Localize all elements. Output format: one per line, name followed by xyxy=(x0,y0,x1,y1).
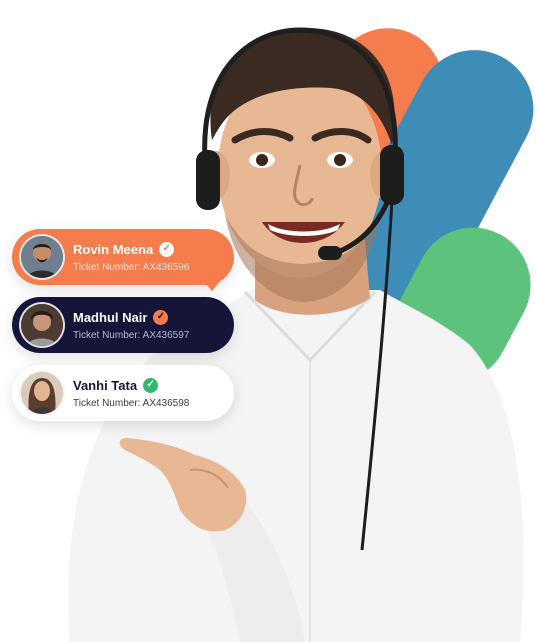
avatar xyxy=(19,370,65,416)
ticket-number: Ticket Number: AX436597 xyxy=(73,329,190,341)
person-avatar-icon xyxy=(21,304,63,346)
customer-name: Madhul Nair xyxy=(73,309,148,325)
support-hero: Rovin Meena ✓ Ticket Number: AX436596 Ma… xyxy=(0,0,536,642)
bubble-tail xyxy=(202,279,222,291)
person-avatar-icon xyxy=(21,236,63,278)
customer-name: Vanhi Tata xyxy=(73,377,138,393)
check-circle-icon: ✓ xyxy=(143,377,159,393)
customer-name: Rovin Meena xyxy=(73,241,154,257)
check-circle-icon: ✓ xyxy=(153,309,169,325)
avatar xyxy=(19,234,65,280)
ticket-card-vanhi-tata[interactable]: Vanhi Tata ✓ Ticket Number: AX436598 xyxy=(12,365,234,421)
person-avatar-icon xyxy=(21,372,63,414)
avatar xyxy=(19,302,65,348)
ticket-card-rovin-meena[interactable]: Rovin Meena ✓ Ticket Number: AX436596 xyxy=(12,229,234,291)
ticket-card-madhul-nair[interactable]: Madhul Nair ✓ Ticket Number: AX436597 xyxy=(12,297,234,353)
check-circle-icon: ✓ xyxy=(159,241,175,257)
ticket-number: Ticket Number: AX436598 xyxy=(73,397,190,409)
ticket-number: Ticket Number: AX436596 xyxy=(73,261,190,273)
